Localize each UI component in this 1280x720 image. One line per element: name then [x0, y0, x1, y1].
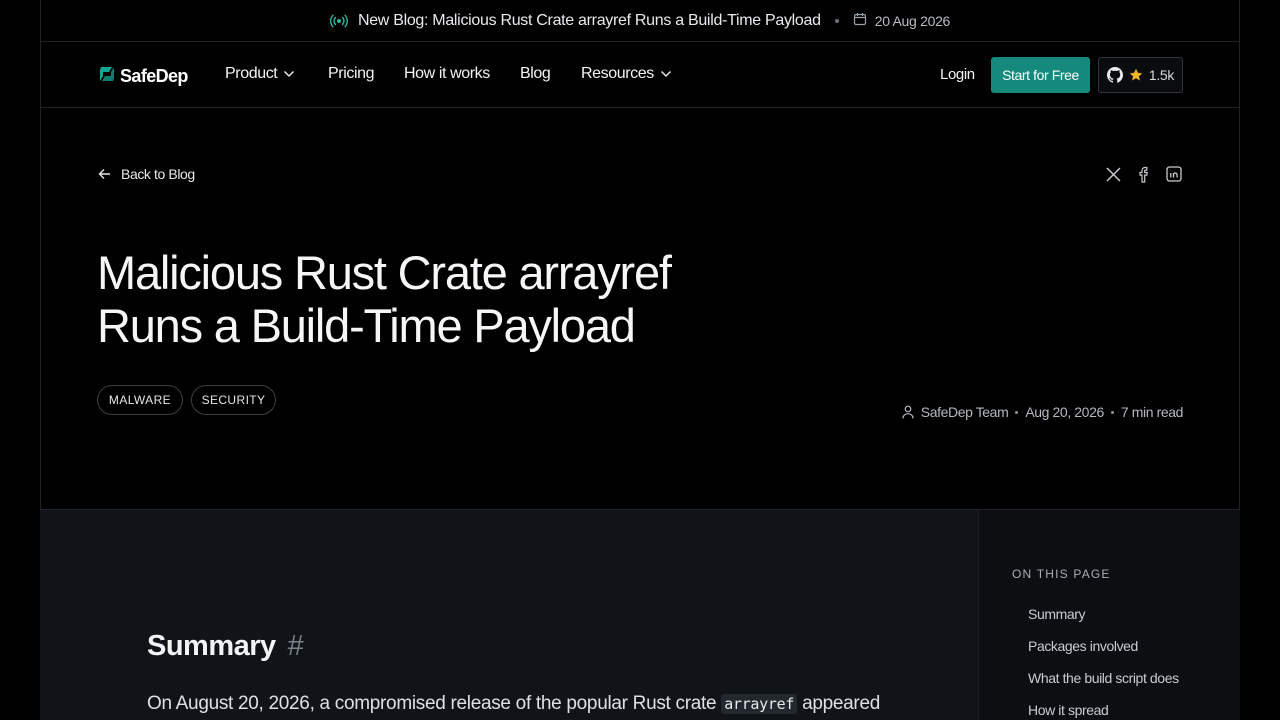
star-icon: [1129, 68, 1143, 81]
github-stars-button[interactable]: 1.5k: [1098, 57, 1183, 93]
separator-dot: [834, 18, 839, 23]
article-meta: SafeDep Team Aug 20, 2026 7 min read: [902, 404, 1183, 420]
nav-pricing-label: Pricing: [328, 65, 375, 82]
tag-malware[interactable]: MALWARE: [97, 385, 183, 415]
author-name: SafeDep Team: [920, 404, 1009, 420]
post-date: Aug 20, 2026: [1025, 404, 1104, 420]
title-line-1: Malicious Rust Crate arrayref: [97, 246, 672, 299]
read-time: 7 min read: [1120, 404, 1184, 420]
separator-dot: [1015, 410, 1019, 414]
table-of-contents: ON THIS PAGE Summary Packages involved W…: [978, 509, 1240, 720]
broadcast-icon: [329, 14, 348, 28]
summary-paragraph: On August 20, 2026, a compromised releas…: [147, 693, 947, 715]
article-title: Malicious Rust Crate arrayref Runs a Bui…: [97, 246, 797, 352]
inline-code: arrayref: [721, 694, 798, 714]
calendar-icon: [853, 12, 867, 29]
nav-resources[interactable]: Resources: [581, 65, 672, 83]
announcement-bar[interactable]: New Blog: Malicious Rust Crate arrayref …: [40, 0, 1240, 42]
para-text-2: appeared: [802, 693, 880, 714]
nav-how-label: How it works: [404, 65, 490, 82]
nav-pricing[interactable]: Pricing: [328, 65, 375, 83]
toc-item-summary[interactable]: Summary: [1028, 606, 1086, 622]
announcement-date: 20 Aug 2026: [853, 12, 950, 29]
github-icon: [1106, 67, 1123, 83]
linkedin-icon[interactable]: [1166, 166, 1182, 187]
section-heading-text: Summary: [147, 630, 276, 662]
article-body: Summary # On August 20, 2026, a compromi…: [40, 509, 978, 720]
logo[interactable]: SafeDep: [98, 64, 188, 89]
anchor-link[interactable]: #: [288, 630, 304, 663]
back-to-blog-label: Back to Blog: [121, 166, 195, 182]
arrow-left-icon: [98, 169, 110, 179]
section-heading-summary: Summary #: [147, 630, 304, 663]
nav-product[interactable]: Product: [225, 65, 295, 83]
start-free-button[interactable]: Start for Free: [991, 57, 1090, 93]
toc-item-packages[interactable]: Packages involved: [1028, 638, 1138, 654]
safedep-logo-icon: [98, 64, 116, 89]
github-stars-count: 1.5k: [1148, 67, 1175, 83]
logo-text: SafeDep: [120, 66, 188, 86]
nav-how-it-works[interactable]: How it works: [404, 65, 490, 83]
announcement-text[interactable]: New Blog: Malicious Rust Crate arrayref …: [358, 12, 821, 30]
toc-item-build-script[interactable]: What the build script does: [1028, 670, 1179, 686]
chevron-down-icon: [284, 70, 295, 78]
title-line-2: Runs a Build-Time Payload: [97, 299, 636, 352]
para-text-1: On August 20, 2026, a compromised releas…: [147, 693, 717, 714]
toc-heading: ON THIS PAGE: [1012, 567, 1111, 581]
login-link[interactable]: Login: [940, 66, 975, 83]
nav-resources-label: Resources: [581, 65, 654, 82]
tag-security[interactable]: SECURITY: [191, 385, 276, 415]
announcement-date-text: 20 Aug 2026: [874, 12, 951, 29]
chevron-down-icon: [660, 70, 671, 78]
separator-dot: [1110, 410, 1114, 414]
user-icon: [902, 405, 914, 419]
x-icon[interactable]: [1105, 166, 1122, 188]
nav-product-label: Product: [225, 65, 278, 82]
nav-blog[interactable]: Blog: [520, 65, 551, 83]
navbar: SafeDep Product Pricing How it works Blo…: [40, 42, 1240, 108]
back-to-blog-link[interactable]: Back to Blog: [98, 166, 195, 182]
nav-blog-label: Blog: [520, 65, 551, 82]
facebook-icon[interactable]: [1137, 166, 1151, 188]
toc-item-spread[interactable]: How it spread: [1028, 702, 1109, 718]
